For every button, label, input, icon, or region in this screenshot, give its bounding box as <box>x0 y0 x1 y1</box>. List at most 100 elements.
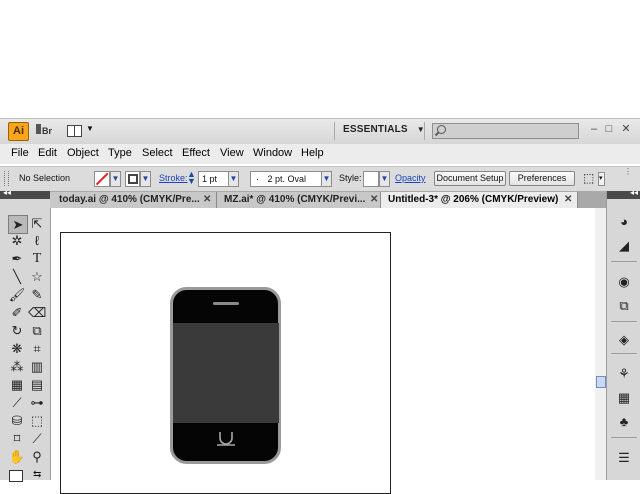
fill-color-icon[interactable] <box>9 470 23 482</box>
fill-dropdown[interactable]: ▼ <box>110 171 121 187</box>
ai-logo[interactable]: Ai <box>8 122 29 141</box>
stroke-label[interactable]: Stroke: <box>159 173 188 183</box>
vertical-scrollbar[interactable] <box>595 208 606 480</box>
tab-untitled-3[interactable]: Untitled-3* @ 206% (CMYK/Preview) <box>381 192 578 208</box>
brush-dropdown[interactable]: ▼ <box>321 171 332 187</box>
stroke-weight-dropdown[interactable]: ▼ <box>228 171 239 187</box>
menu-help[interactable]: Help <box>301 147 324 159</box>
free-transform-tool-icon[interactable]: ⌗ <box>28 340 46 357</box>
eraser-tool-icon[interactable]: ⌫ <box>28 304 46 321</box>
stroke-weight-value: 1 pt <box>202 174 218 184</box>
application-bar: Ai Br ▼ ESSENTIALS ▼ – □ ✕ <box>0 118 640 144</box>
workspace-switcher[interactable]: ESSENTIALS ▼ <box>343 124 425 138</box>
tools-panel-header[interactable]: ◂◂ <box>0 188 50 199</box>
dock-header[interactable]: ◂◂ <box>607 188 640 199</box>
scale-tool-icon[interactable]: ⧉ <box>28 322 46 339</box>
menu-window[interactable]: Window <box>253 147 292 159</box>
stroke-color-dropdown[interactable]: ▼ <box>140 171 151 187</box>
symbols-panel-icon[interactable]: ♣ <box>615 413 633 431</box>
selection-status: No Selection <box>19 173 71 183</box>
minimize-button[interactable]: – <box>588 124 600 136</box>
close-button[interactable]: ✕ <box>620 124 632 136</box>
phone-speaker <box>213 302 239 305</box>
star-tool-icon[interactable]: ☆ <box>28 268 46 285</box>
menu-bar: File Edit Object Type Select Effect View… <box>0 144 640 164</box>
graphic-style-swatch[interactable] <box>363 171 379 187</box>
warp-tool-icon[interactable]: ❋ <box>8 340 26 357</box>
paintbrush-tool-icon[interactable]: 🖌 <box>8 286 26 303</box>
close-icon[interactable]: ✕ <box>203 194 211 205</box>
lasso-tool-icon[interactable]: ℓ <box>28 232 46 249</box>
direct-selection-tool-icon[interactable]: ⇱ <box>28 215 46 232</box>
pencil-tool-icon[interactable]: ✎ <box>28 286 46 303</box>
tab-today[interactable]: today.ai @ 410% (CMYK/Pre... <box>50 192 217 208</box>
menu-view[interactable]: View <box>220 147 244 159</box>
search-input[interactable] <box>432 123 579 139</box>
tab-mz[interactable]: MZ.ai* @ 410% (CMYK/Previ... <box>217 192 381 208</box>
line-tool-icon[interactable]: ╲ <box>8 268 26 285</box>
arrange-icon <box>67 125 82 137</box>
divider <box>611 261 637 262</box>
maximize-button[interactable]: □ <box>603 124 615 136</box>
appearance-panel-icon[interactable]: ◉ <box>615 273 633 291</box>
menu-select[interactable]: Select <box>142 147 173 159</box>
close-icon[interactable]: ✕ <box>564 194 572 205</box>
mesh-tool-icon[interactable]: ▦ <box>8 376 26 393</box>
scroll-thumb[interactable] <box>596 376 606 388</box>
pen-tool-icon[interactable]: ✒ <box>8 250 26 267</box>
menu-type[interactable]: Type <box>108 147 132 159</box>
bridge-label: Br <box>42 126 53 136</box>
brushes-panel-icon[interactable]: ⚘ <box>615 365 633 383</box>
canvas-area[interactable] <box>51 208 606 494</box>
slice-tool-icon[interactable]: ⟋ <box>28 430 46 447</box>
panel-menu-icon[interactable]: ▾ <box>598 172 605 186</box>
hand-tool-icon[interactable]: ✋ <box>8 448 26 465</box>
stroke-weight-input[interactable]: 1 pt <box>198 171 231 187</box>
swatches-panel-icon[interactable]: ▦ <box>615 389 633 407</box>
brush-definition-select[interactable]: · 2 pt. Oval <box>250 171 322 187</box>
column-graph-tool-icon[interactable]: ▥ <box>28 358 46 375</box>
workspace-label: ESSENTIALS <box>343 124 408 135</box>
live-paint-selection-tool-icon[interactable]: ⬚ <box>28 412 46 429</box>
live-paint-tool-icon[interactable]: ⛁ <box>8 412 26 429</box>
divider <box>424 122 425 140</box>
color-panel-icon[interactable]: ◕ <box>615 213 633 231</box>
blob-brush-tool-icon[interactable]: ✐ <box>8 304 26 321</box>
menu-object[interactable]: Object <box>67 147 99 159</box>
isolate-selection-icon[interactable]: ⬚ <box>583 171 594 185</box>
style-label: Style: <box>339 173 362 183</box>
style-dropdown[interactable]: ▼ <box>379 171 390 187</box>
rotate-tool-icon[interactable]: ↻ <box>8 322 26 339</box>
stroke-panel-icon[interactable]: ☰ <box>615 449 633 467</box>
collapse-dots-icon: ⋮ <box>624 167 632 176</box>
menu-file[interactable]: File <box>11 147 29 159</box>
preferences-button[interactable]: Preferences <box>509 171 575 186</box>
menu-effect[interactable]: Effect <box>182 147 210 159</box>
stroke-stepper-icon[interactable]: ▲ ▼ <box>187 170 196 186</box>
stroke-swatch[interactable] <box>125 171 140 187</box>
artboard-tool-icon[interactable]: ⌑ <box>8 430 26 447</box>
fill-swatch[interactable] <box>94 171 110 187</box>
zoom-tool-icon[interactable]: ⚲ <box>28 448 46 465</box>
swap-colors-icon[interactable]: ⇆ <box>33 469 41 480</box>
brush-dot-icon: · <box>256 174 259 184</box>
symbol-sprayer-tool-icon[interactable]: ⁂ <box>8 358 26 375</box>
arrange-documents-button[interactable]: ▼ <box>67 124 94 138</box>
gradient-tool-icon[interactable]: ▤ <box>28 376 46 393</box>
magic-wand-tool-icon[interactable]: ✲ <box>8 232 26 249</box>
bridge-button[interactable]: Br <box>36 124 56 138</box>
phone-illustration[interactable] <box>170 287 282 465</box>
graphic-styles-icon[interactable]: ⧉ <box>615 297 633 315</box>
opacity-link[interactable]: Opacity <box>395 173 426 183</box>
menu-edit[interactable]: Edit <box>38 147 57 159</box>
blend-tool-icon[interactable]: ⊶ <box>28 394 46 411</box>
grip-handle[interactable] <box>4 171 9 186</box>
close-icon[interactable]: ✕ <box>370 194 378 205</box>
document-setup-button[interactable]: Document Setup <box>434 171 506 186</box>
color-guide-icon[interactable]: ◢ <box>615 237 633 255</box>
eyedropper-tool-icon[interactable]: ⟋ <box>8 394 26 411</box>
type-tool-icon[interactable]: T <box>28 250 46 267</box>
layers-panel-icon[interactable]: ◈ <box>615 331 633 349</box>
artboard[interactable] <box>60 232 391 494</box>
search-icon-handle <box>434 131 440 137</box>
